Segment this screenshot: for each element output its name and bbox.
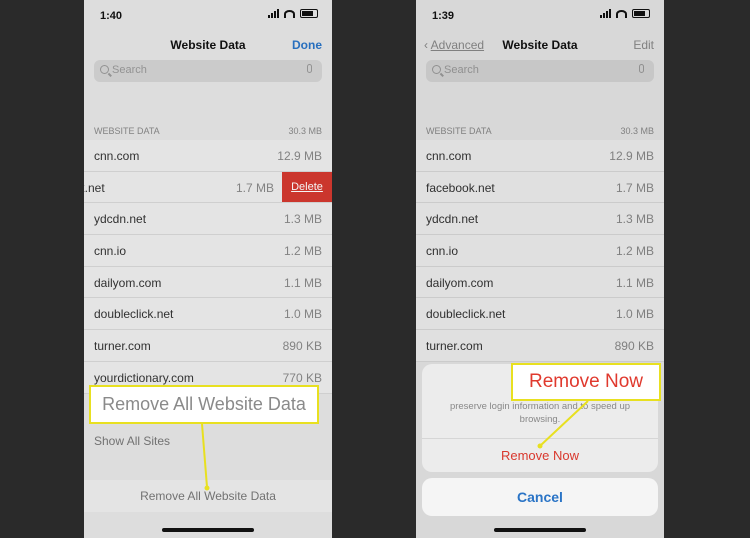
remove-now-button[interactable]: Remove Now	[422, 438, 658, 473]
dim-overlay	[84, 0, 332, 538]
right-phone-screen: 1:39 ‹ Advanced Website Data Edit Search…	[416, 0, 664, 538]
cancel-button[interactable]: Cancel	[422, 478, 658, 516]
home-indicator	[162, 528, 254, 532]
home-indicator	[494, 528, 586, 532]
callout-remove-all: Remove All Website Data	[89, 385, 319, 424]
callout-remove-now: Remove Now	[511, 363, 661, 401]
left-phone-screen: 1:40 Website Data Done Search WEBSITE DA…	[84, 0, 332, 538]
